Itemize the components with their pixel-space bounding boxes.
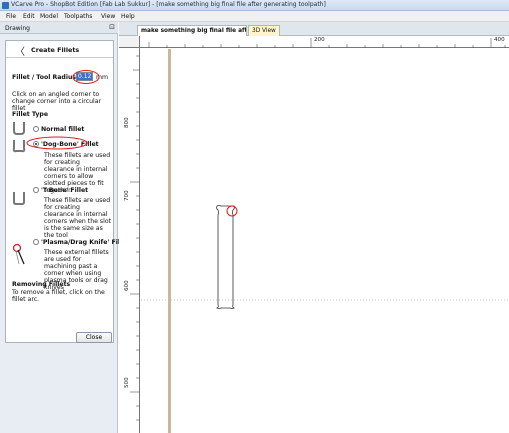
ruler-corner bbox=[119, 36, 140, 48]
ruler-top: 200 400 bbox=[140, 36, 509, 48]
ruler-left-label-800: 800 bbox=[124, 117, 130, 128]
form-header: 〈 Create Fillets bbox=[6, 41, 113, 58]
menu-model[interactable]: Model bbox=[40, 13, 58, 20]
ruler-left-label-700: 700 bbox=[124, 190, 130, 201]
normal-fillet-icon bbox=[13, 122, 25, 135]
ruler-left-ticks bbox=[130, 55, 140, 421]
radio-normal-fillet[interactable] bbox=[33, 126, 39, 132]
slot-vector-shape bbox=[216, 205, 235, 309]
option-normal-fillet[interactable]: Normal fillet bbox=[33, 126, 84, 133]
removing-fillets-text: To remove a fillet, click on the fillet … bbox=[12, 289, 105, 304]
tab-2d-view[interactable]: make something big final file afte... bbox=[137, 25, 247, 36]
close-button[interactable]: Close bbox=[76, 332, 112, 343]
material-edge bbox=[168, 49, 171, 433]
option-normal-label: Normal fillet bbox=[41, 126, 85, 133]
window-title: VCarve Pro - ShopBot Edition [Fab Lab Su… bbox=[11, 1, 326, 8]
radius-label: Fillet / Tool Radius: bbox=[12, 74, 79, 81]
t-bone-description: These fillets are used for creating clea… bbox=[44, 197, 112, 239]
radius-highlight-circle bbox=[72, 70, 100, 84]
instructions-text: Click on an angled corner to change corn… bbox=[12, 91, 102, 113]
radio-drag-knife-fillet[interactable] bbox=[33, 239, 39, 245]
create-fillets-form: 〈 Create Fillets Fillet / Tool Radius: m… bbox=[5, 40, 129, 343]
option-drag-knife-fillet[interactable]: 'Plasma/Drag Knife' Fillet bbox=[33, 239, 129, 246]
back-arrow-icon[interactable]: 〈 bbox=[15, 43, 25, 58]
app-icon bbox=[2, 2, 9, 9]
menu-bar: File Edit Model Toolpaths View Help bbox=[0, 11, 509, 22]
option-t-bone-label: 'T-Bone' Fillet bbox=[41, 187, 89, 194]
tab-3d-view[interactable]: 3D View bbox=[248, 25, 280, 36]
radio-t-bone-fillet[interactable] bbox=[33, 187, 39, 193]
title-bar: VCarve Pro - ShopBot Edition [Fab Lab Su… bbox=[0, 0, 509, 11]
ruler-left-label-500: 500 bbox=[124, 377, 130, 388]
option-drag-knife-label: 'Plasma/Drag Knife' Fillet bbox=[41, 239, 130, 246]
removing-fillets-heading: Removing Fillets bbox=[12, 281, 71, 288]
menu-file[interactable]: File bbox=[6, 13, 16, 20]
menu-view[interactable]: View bbox=[101, 13, 115, 20]
document-area: make something big final file afte... 3D… bbox=[119, 22, 509, 433]
ruler-top-label-200: 200 bbox=[314, 37, 325, 43]
pin-icon[interactable]: ⊡ bbox=[109, 23, 115, 31]
t-bone-fillet-icon bbox=[13, 192, 25, 205]
drawing-canvas[interactable] bbox=[141, 49, 509, 433]
dog-bone-highlight-circle bbox=[26, 136, 88, 150]
option-t-bone-fillet[interactable]: 'T-Bone' Fillet bbox=[33, 187, 88, 194]
menu-toolpaths[interactable]: Toolpaths bbox=[64, 13, 92, 20]
form-title: Create Fillets bbox=[31, 46, 80, 54]
fillet-corner-highlight bbox=[226, 205, 238, 217]
dog-bone-fillet-icon bbox=[12, 140, 26, 153]
drawing-svg bbox=[141, 49, 509, 433]
document-tabs: make something big final file afte... 3D… bbox=[119, 22, 509, 36]
panel-header: Drawing ⊡ bbox=[0, 22, 118, 34]
menu-edit[interactable]: Edit bbox=[23, 13, 35, 20]
menu-help[interactable]: Help bbox=[121, 13, 135, 20]
panel-title: Drawing bbox=[5, 25, 30, 32]
fillet-type-heading: Fillet Type bbox=[12, 111, 49, 118]
drawing-panel: Drawing ⊡ 〈 Create Fillets Fillet / Tool… bbox=[0, 22, 129, 433]
ruler-top-label-400: 400 bbox=[494, 37, 505, 43]
drag-knife-fillet-icon bbox=[12, 243, 25, 265]
ruler-left-label-600: 600 bbox=[124, 280, 130, 291]
ruler-left: 800 700 600 500 bbox=[119, 48, 140, 433]
